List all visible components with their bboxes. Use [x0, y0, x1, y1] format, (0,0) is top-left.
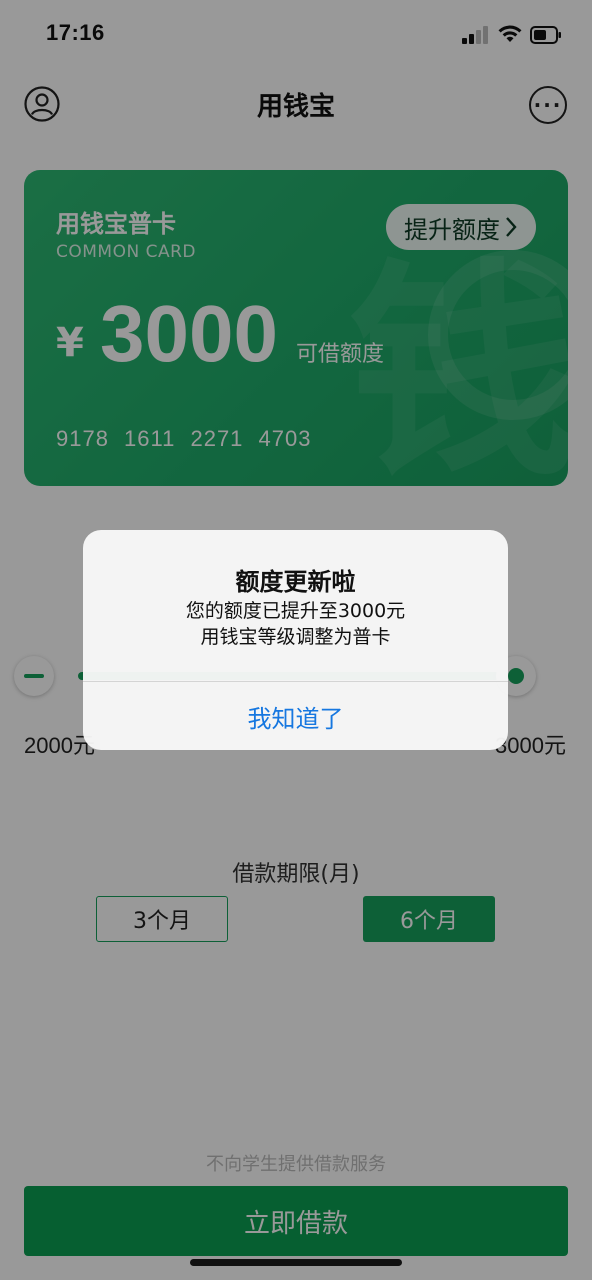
- limit-update-dialog: 额度更新啦 您的额度已提升至3000元 用钱宝等级调整为普卡 我知道了: [83, 530, 508, 750]
- dialog-message: 您的额度已提升至3000元 用钱宝等级调整为普卡: [83, 598, 508, 650]
- dialog-confirm-label: 我知道了: [247, 704, 344, 733]
- dialog-message-line: 用钱宝等级调整为普卡: [200, 626, 391, 648]
- home-indicator[interactable]: [190, 1259, 402, 1266]
- dialog-title: 额度更新啦: [235, 568, 356, 596]
- dialog-message-line: 您的额度已提升至3000元: [185, 600, 406, 622]
- dialog-confirm-button[interactable]: 我知道了: [83, 682, 508, 750]
